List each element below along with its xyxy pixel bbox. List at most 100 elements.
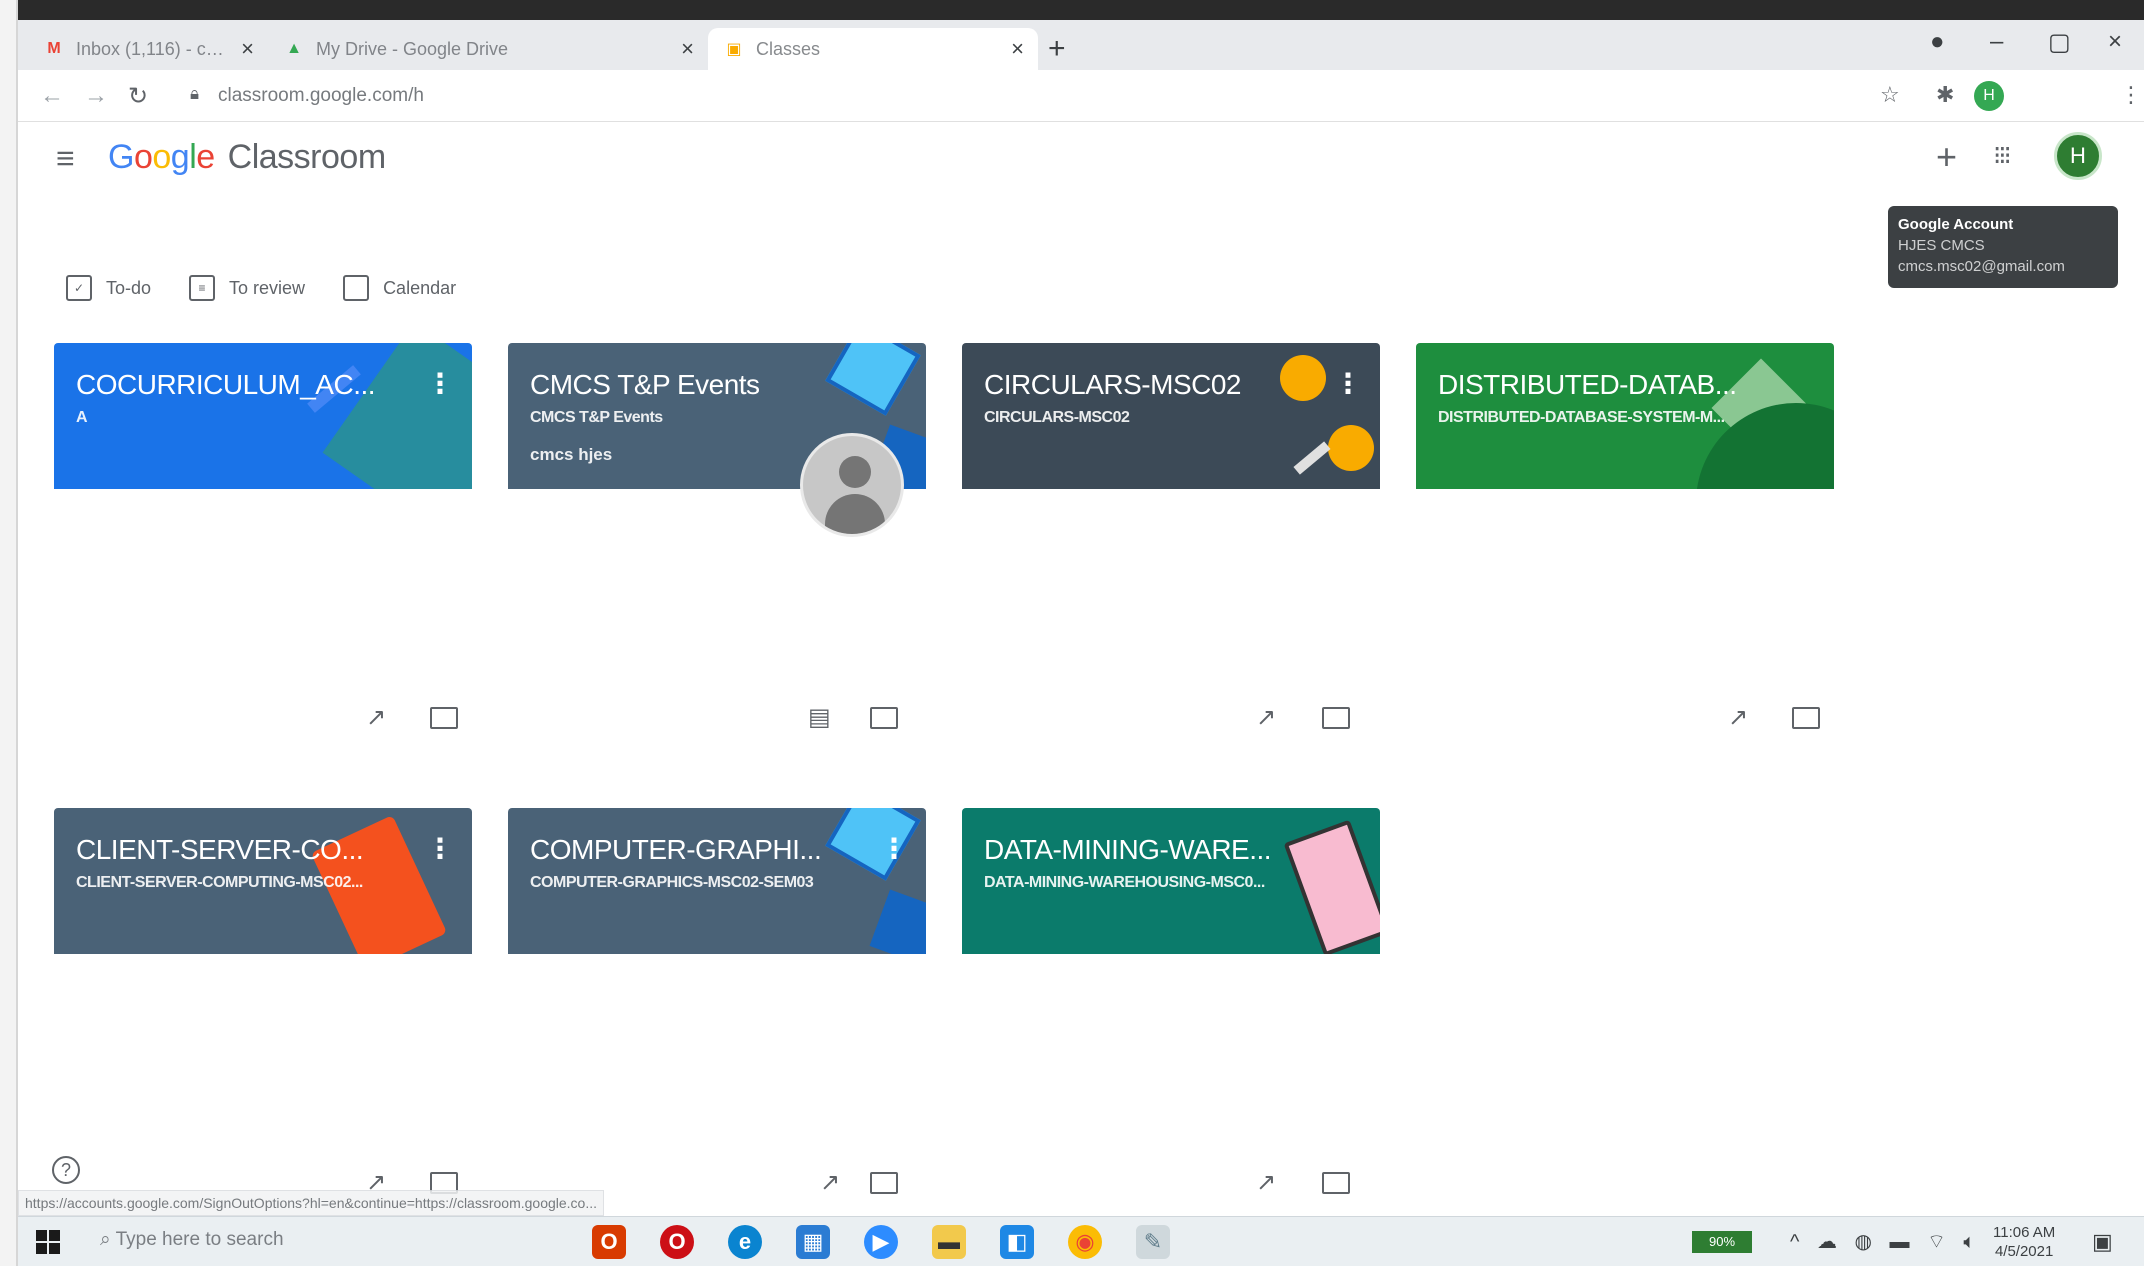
class-options-icon[interactable]: ⋮	[426, 832, 454, 865]
tab-gmail[interactable]: M Inbox (1,116) - cmcs.mscO2@gmai... ×	[28, 28, 268, 70]
system-tray-icons[interactable]: ^ ☁ ◍ ▬ ⌔ 🔈︎	[1790, 1229, 1981, 1254]
class-title[interactable]: CLIENT-SERVER-CO...	[76, 834, 406, 866]
class-title[interactable]: DATA-MINING-WARE...	[984, 834, 1314, 866]
close-tab-icon[interactable]: ×	[241, 36, 254, 62]
maximize-icon[interactable]: ▢	[2048, 28, 2071, 57]
class-owner: cmcs hjes	[530, 445, 613, 464]
trending-icon[interactable]: ↗	[820, 1168, 840, 1197]
forward-icon[interactable]: →	[84, 82, 108, 110]
browser-tab-bar: M Inbox (1,116) - cmcs.mscO2@gmai... × ▲…	[18, 20, 2144, 70]
trending-icon[interactable]: ↗	[366, 703, 386, 732]
class-options-icon[interactable]: ⋮	[1334, 367, 1362, 400]
record-icon[interactable]: ●	[1930, 28, 1945, 56]
trending-icon[interactable]: ↗	[1728, 703, 1748, 732]
folder-icon[interactable]	[1792, 707, 1820, 729]
class-card[interactable]: COCURRICULUM_AC... A ⋮ ↗	[54, 343, 472, 743]
minimize-icon[interactable]: –	[1990, 28, 2003, 56]
account-avatar[interactable]: H	[2054, 132, 2102, 180]
class-card[interactable]: CMCS T&P Events CMCS T&P Events cmcs hje…	[508, 343, 926, 743]
teacher-avatar	[800, 433, 904, 537]
class-card[interactable]: DATA-MINING-WARE... DATA-MINING-WAREHOUS…	[962, 808, 1380, 1208]
banner-decoration	[1293, 441, 1331, 475]
class-section: CIRCULARS-MSC02	[984, 409, 1130, 426]
windows-taskbar: ⌕ Type here to search O O e ▦ ▶ ▬ ◧ ◉ ✎ …	[18, 1216, 2144, 1266]
main-menu-icon[interactable]: ≡	[56, 140, 75, 177]
tab-title: My Drive - Google Drive	[316, 38, 509, 59]
folder-icon[interactable]	[870, 1172, 898, 1194]
nav-label: Calendar	[383, 277, 457, 298]
class-card[interactable]: CLIENT-SERVER-CO... CLIENT-SERVER-COMPUT…	[54, 808, 472, 1208]
close-tab-icon[interactable]: ×	[681, 36, 694, 62]
close-tab-icon[interactable]: ×	[1011, 36, 1024, 62]
browser-profile-avatar[interactable]: H	[1974, 81, 2004, 111]
class-options-icon[interactable]: ⋮	[880, 832, 908, 865]
tab-title: Inbox (1,116) - cmcs.mscO2@gmai...	[76, 38, 231, 59]
class-card[interactable]: DISTRIBUTED-DATAB... DISTRIBUTED-DATABAS…	[1416, 343, 1834, 743]
url-field[interactable]: classroom.google.com/h	[218, 85, 424, 107]
taskbar-search[interactable]: ⌕ Type here to search	[100, 1229, 284, 1251]
classroom-icon: ▣	[726, 41, 742, 58]
class-title[interactable]: DISTRIBUTED-DATAB...	[1438, 369, 1768, 401]
folder-icon[interactable]	[1322, 707, 1350, 729]
chrome-icon[interactable]: ◉	[1068, 1225, 1102, 1259]
class-card[interactable]: COMPUTER-GRAPHI... COMPUTER-GRAPHICS-MSC…	[508, 808, 926, 1208]
windows-start-icon[interactable]	[36, 1230, 60, 1254]
class-title[interactable]: CIRCULARS-MSC02	[984, 369, 1314, 401]
notification-icon[interactable]: ▣	[2092, 1229, 2113, 1255]
photo-frame-top	[0, 0, 2144, 20]
folder-icon[interactable]	[430, 707, 458, 729]
photo-frame-left	[0, 0, 18, 1266]
class-section: A	[76, 409, 88, 426]
new-tab-button[interactable]: +	[1048, 32, 1066, 66]
clock-time: 11:06 AM	[1993, 1224, 2056, 1241]
back-icon[interactable]: ←	[40, 82, 64, 110]
nav-calendar[interactable]: Calendar	[343, 275, 456, 301]
assignment-icon[interactable]: ▤	[808, 703, 831, 732]
store-icon[interactable]: ◧	[1000, 1225, 1034, 1259]
trending-icon[interactable]: ↗	[1256, 1168, 1276, 1197]
class-card[interactable]: CIRCULARS-MSC02 CIRCULARS-MSC02 ⋮ ↗	[962, 343, 1380, 743]
file-explorer-icon[interactable]: ▬	[932, 1225, 966, 1259]
close-window-icon[interactable]: ×	[2108, 28, 2122, 56]
screen: M Inbox (1,116) - cmcs.mscO2@gmai... × ▲…	[18, 20, 2144, 1266]
battery-indicator[interactable]: 90%	[1692, 1231, 1752, 1253]
reload-icon[interactable]: ↻	[128, 82, 148, 111]
class-title[interactable]: COMPUTER-GRAPHI...	[530, 834, 860, 866]
banner-decoration	[1328, 425, 1374, 471]
bookmark-star-icon[interactable]: ☆	[1880, 82, 1900, 108]
nav-to-review[interactable]: ≡ To review	[189, 275, 305, 301]
office-icon[interactable]: O	[592, 1225, 626, 1259]
class-section: DISTRIBUTED-DATABASE-SYSTEM-M...	[1438, 409, 1725, 426]
clock-date: 4/5/2021	[1994, 1243, 2054, 1260]
app-header: ≡ Google Classroom + ⁝⁝⁝ H	[18, 122, 2144, 202]
edge-icon[interactable]: e	[728, 1225, 762, 1259]
tab-classroom[interactable]: ▣ Classes ×	[708, 28, 1038, 70]
taskbar-clock[interactable]: 11:06 AM 4/5/2021	[1993, 1223, 2055, 1261]
opera-icon[interactable]: O	[660, 1225, 694, 1259]
class-title[interactable]: COCURRICULUM_AC...	[76, 369, 406, 401]
tab-drive[interactable]: ▲ My Drive - Google Drive ×	[268, 28, 708, 70]
paint-icon[interactable]: ✎	[1136, 1225, 1170, 1259]
nav-todo[interactable]: ✓ To-do	[66, 275, 151, 301]
zoom-icon[interactable]: ▶	[864, 1225, 898, 1259]
browser-menu-icon[interactable]: ⋮	[2120, 82, 2142, 108]
product-name: Classroom	[227, 138, 386, 176]
calendar-icon	[343, 275, 370, 301]
review-icon: ≡	[189, 275, 216, 301]
calculator-icon[interactable]: ▦	[796, 1225, 830, 1259]
trending-icon[interactable]: ↗	[1256, 703, 1276, 732]
class-title[interactable]: CMCS T&P Events	[530, 369, 860, 401]
lock-icon[interactable]: 🔒︎	[190, 84, 199, 104]
nav-label: To-do	[106, 277, 152, 298]
create-join-class-button[interactable]: +	[1936, 136, 1957, 178]
folder-icon[interactable]	[1322, 1172, 1350, 1194]
help-icon[interactable]: ?	[52, 1156, 80, 1184]
gmail-icon: M	[47, 40, 61, 57]
class-options-icon[interactable]: ⋮	[426, 367, 454, 400]
google-apps-icon[interactable]: ⁝⁝⁝	[1993, 140, 2012, 171]
extensions-icon[interactable]: ✱	[1936, 82, 1954, 108]
folder-icon[interactable]	[870, 707, 898, 729]
google-classroom-logo[interactable]: Google Classroom	[108, 138, 386, 177]
todo-icon: ✓	[66, 275, 92, 301]
address-bar: ← → ↻ 🔒︎ classroom.google.com/h ☆ ✱ H ⋮	[18, 70, 2144, 122]
